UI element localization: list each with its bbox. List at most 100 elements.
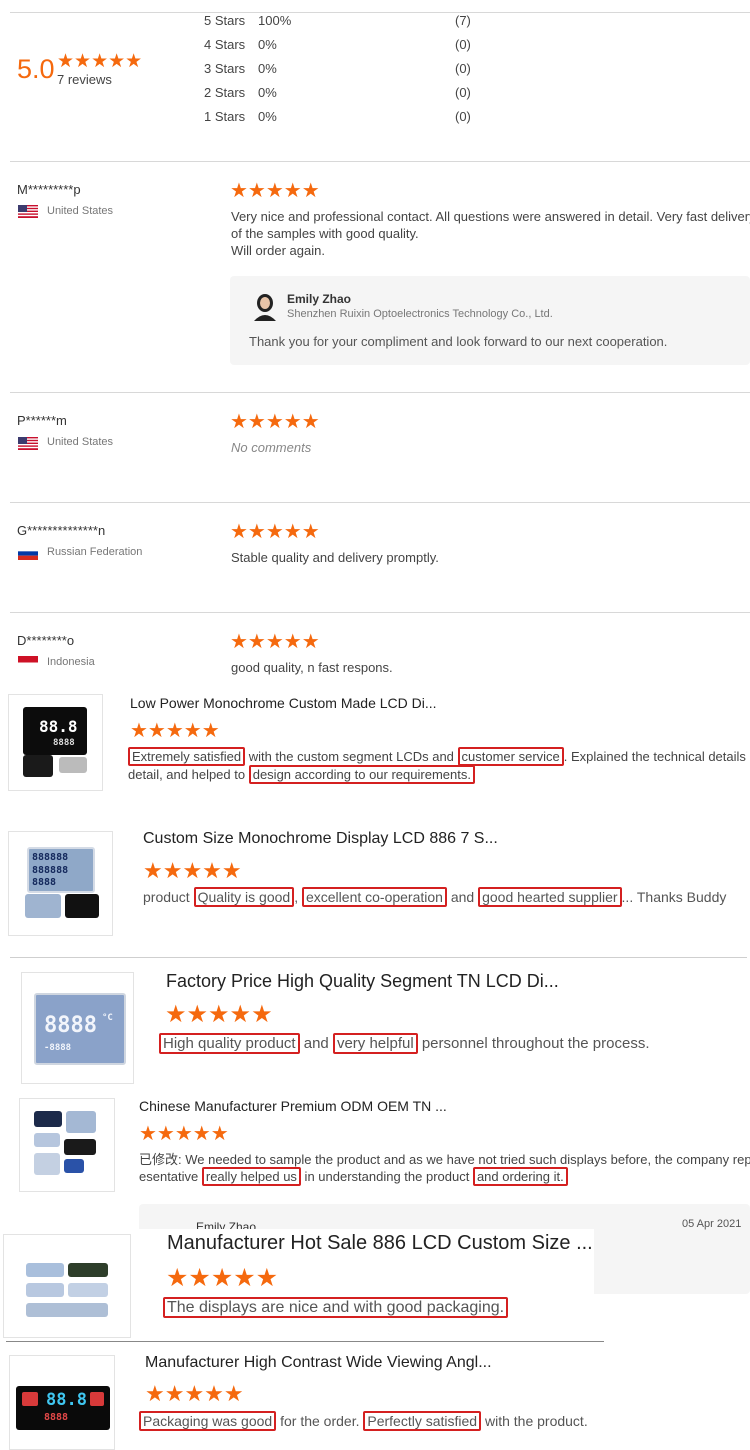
product-title[interactable]: Low Power Monochrome Custom Made LCD Di.… bbox=[130, 695, 437, 711]
product-thumbnail[interactable]: 8888 °C -8888 bbox=[21, 972, 134, 1084]
text-span: esentative bbox=[139, 1169, 202, 1184]
text-span: and bbox=[446, 889, 479, 905]
lcd-digits: 8888 bbox=[44, 1412, 69, 1423]
us-flag-icon bbox=[18, 437, 38, 450]
lcd-digits: 8888 bbox=[44, 1013, 97, 1038]
lcd-display-image bbox=[26, 1263, 64, 1277]
highlight: Packaging was good bbox=[139, 1411, 277, 1431]
reply-text: Thank you for your compliment and look f… bbox=[249, 334, 668, 349]
product-review-text: Extremely satisfied with the custom segm… bbox=[128, 747, 750, 784]
lcd-digits: 8888 bbox=[32, 877, 57, 888]
breakdown-label[interactable]: 3 Stars bbox=[204, 61, 245, 76]
highlight: Quality is good bbox=[193, 887, 295, 907]
text-span: detail, and helped to bbox=[128, 767, 249, 782]
product-thumbnail[interactable]: 88.8 8888 bbox=[8, 694, 103, 791]
text-span: in understanding the product bbox=[300, 1169, 473, 1184]
highlight: very helpful bbox=[332, 1033, 418, 1054]
product-stars: ★★★★★ bbox=[145, 1381, 244, 1406]
review-stars: ★★★★★ bbox=[230, 411, 320, 433]
review-count: 7 reviews bbox=[57, 72, 112, 87]
text-span: 已修改: We needed to sample the product and… bbox=[139, 1152, 750, 1167]
review-text-line: Very nice and professional contact. All … bbox=[231, 209, 750, 224]
product-title[interactable]: Manufacturer High Contrast Wide Viewing … bbox=[145, 1354, 492, 1372]
reviewer-name: P******m bbox=[17, 413, 67, 428]
product-review-text: The displays are nice and with good pack… bbox=[163, 1297, 509, 1318]
review-text: Very nice and professional contact. All … bbox=[231, 208, 750, 259]
text-span: . Explained the technical details in bbox=[563, 749, 750, 764]
review-text: Stable quality and delivery promptly. bbox=[231, 550, 439, 565]
review-text-line: of the samples with good quality. bbox=[231, 226, 419, 241]
product-title[interactable]: Chinese Manufacturer Premium ODM OEM TN … bbox=[139, 1098, 447, 1114]
breakdown-count: (7) bbox=[455, 13, 471, 28]
product-thumbnail[interactable] bbox=[3, 1234, 131, 1338]
highlight: customer service bbox=[457, 747, 564, 766]
reviewer-name: D********o bbox=[17, 633, 75, 648]
reviewer-country: United States bbox=[47, 436, 114, 448]
lcd-display-image: 88.8 8888 bbox=[16, 1386, 110, 1430]
product-stars: ★★★★★ bbox=[130, 720, 220, 742]
us-flag-icon bbox=[18, 205, 38, 218]
product-stars: ★★★★★ bbox=[166, 1264, 279, 1292]
text-span: with the custom segment LCDs and bbox=[245, 749, 458, 764]
highlight: High quality product bbox=[159, 1033, 300, 1054]
highlight: good hearted supplier bbox=[478, 887, 622, 907]
lcd-display-image: 88.8 8888 bbox=[23, 707, 87, 755]
product-title[interactable]: Factory Price High Quality Segment TN LC… bbox=[166, 971, 559, 992]
reply-date: 05 Apr 2021 bbox=[682, 1218, 742, 1230]
breakdown-label[interactable]: 5 Stars bbox=[204, 13, 245, 28]
product-stars: ★★★★★ bbox=[165, 1001, 273, 1028]
product-title[interactable]: Manufacturer Hot Sale 886 LCD Custom Siz… bbox=[167, 1232, 593, 1255]
breakdown-label[interactable]: 4 Stars bbox=[204, 37, 245, 52]
reply-company: Shenzhen Ruixin Optoelectronics Technolo… bbox=[287, 308, 553, 320]
text-span: with the product. bbox=[481, 1413, 588, 1429]
reviewer-name: M*********p bbox=[17, 182, 81, 197]
lcd-digits: 8888 bbox=[53, 738, 75, 748]
lcd-digits: 88.8 bbox=[39, 717, 78, 736]
product-thumbnail[interactable]: 888888 888888 8888 bbox=[8, 831, 113, 936]
highlight: The displays are nice and with good pack… bbox=[163, 1297, 509, 1318]
product-stars: ★★★★★ bbox=[139, 1123, 229, 1145]
lcd-unit: °C bbox=[102, 1013, 113, 1023]
review-stars: ★★★★★ bbox=[230, 180, 320, 202]
review-stars: ★★★★★ bbox=[230, 631, 320, 653]
highlight: design according to our requirements. bbox=[248, 765, 475, 784]
review-stars: ★★★★★ bbox=[230, 521, 320, 543]
lcd-digits: 888888 bbox=[32, 852, 69, 863]
product-review-text: product Quality is good, excellent co-op… bbox=[143, 887, 726, 907]
text-span: , bbox=[294, 889, 302, 905]
product-review-text: Packaging was good for the order. Perfec… bbox=[139, 1411, 588, 1431]
text-span: personnel throughout the process. bbox=[417, 1035, 650, 1052]
highlight: really helped us bbox=[201, 1167, 301, 1186]
lcd-display-image: 888888 888888 8888 bbox=[27, 847, 95, 893]
breakdown-count: (0) bbox=[455, 61, 471, 76]
product-thumbnail[interactable] bbox=[19, 1098, 115, 1192]
breakdown-percent: 0% bbox=[258, 61, 277, 76]
breakdown-count: (0) bbox=[455, 85, 471, 100]
product-title[interactable]: Custom Size Monochrome Display LCD 886 7… bbox=[143, 830, 498, 848]
breakdown-label[interactable]: 2 Stars bbox=[204, 85, 245, 100]
lcd-digits: 88.8 bbox=[46, 1390, 87, 1410]
summary-stars: ★★★★★ bbox=[57, 51, 143, 72]
reply-name: Emily Zhao bbox=[287, 292, 352, 306]
review-text: No comments bbox=[231, 440, 312, 455]
highlight: excellent co-operation bbox=[301, 887, 447, 907]
text-span: and bbox=[299, 1035, 333, 1052]
reviewer-country: Russian Federation bbox=[47, 546, 143, 558]
average-score: 5.0 bbox=[17, 54, 55, 84]
breakdown-percent: 0% bbox=[258, 109, 277, 124]
lcd-display-image bbox=[34, 1111, 62, 1127]
lcd-digits: 888888 bbox=[32, 865, 69, 876]
russia-flag-icon bbox=[18, 547, 38, 560]
review-text-line: Will order again. bbox=[231, 243, 325, 258]
highlight: Extremely satisfied bbox=[128, 747, 246, 766]
product-thumbnail[interactable]: 88.8 8888 bbox=[9, 1355, 115, 1450]
breakdown-percent: 0% bbox=[258, 37, 277, 52]
product-stars: ★★★★★ bbox=[143, 858, 242, 883]
indonesia-flag-icon bbox=[18, 656, 38, 669]
review-text: good quality, n fast respons. bbox=[231, 660, 393, 675]
text-span: product bbox=[143, 889, 194, 905]
reviewer-country: Indonesia bbox=[47, 656, 95, 668]
breakdown-label[interactable]: 1 Stars bbox=[204, 109, 245, 124]
reviewer-name: G**************n bbox=[17, 523, 106, 538]
avatar bbox=[252, 291, 278, 321]
